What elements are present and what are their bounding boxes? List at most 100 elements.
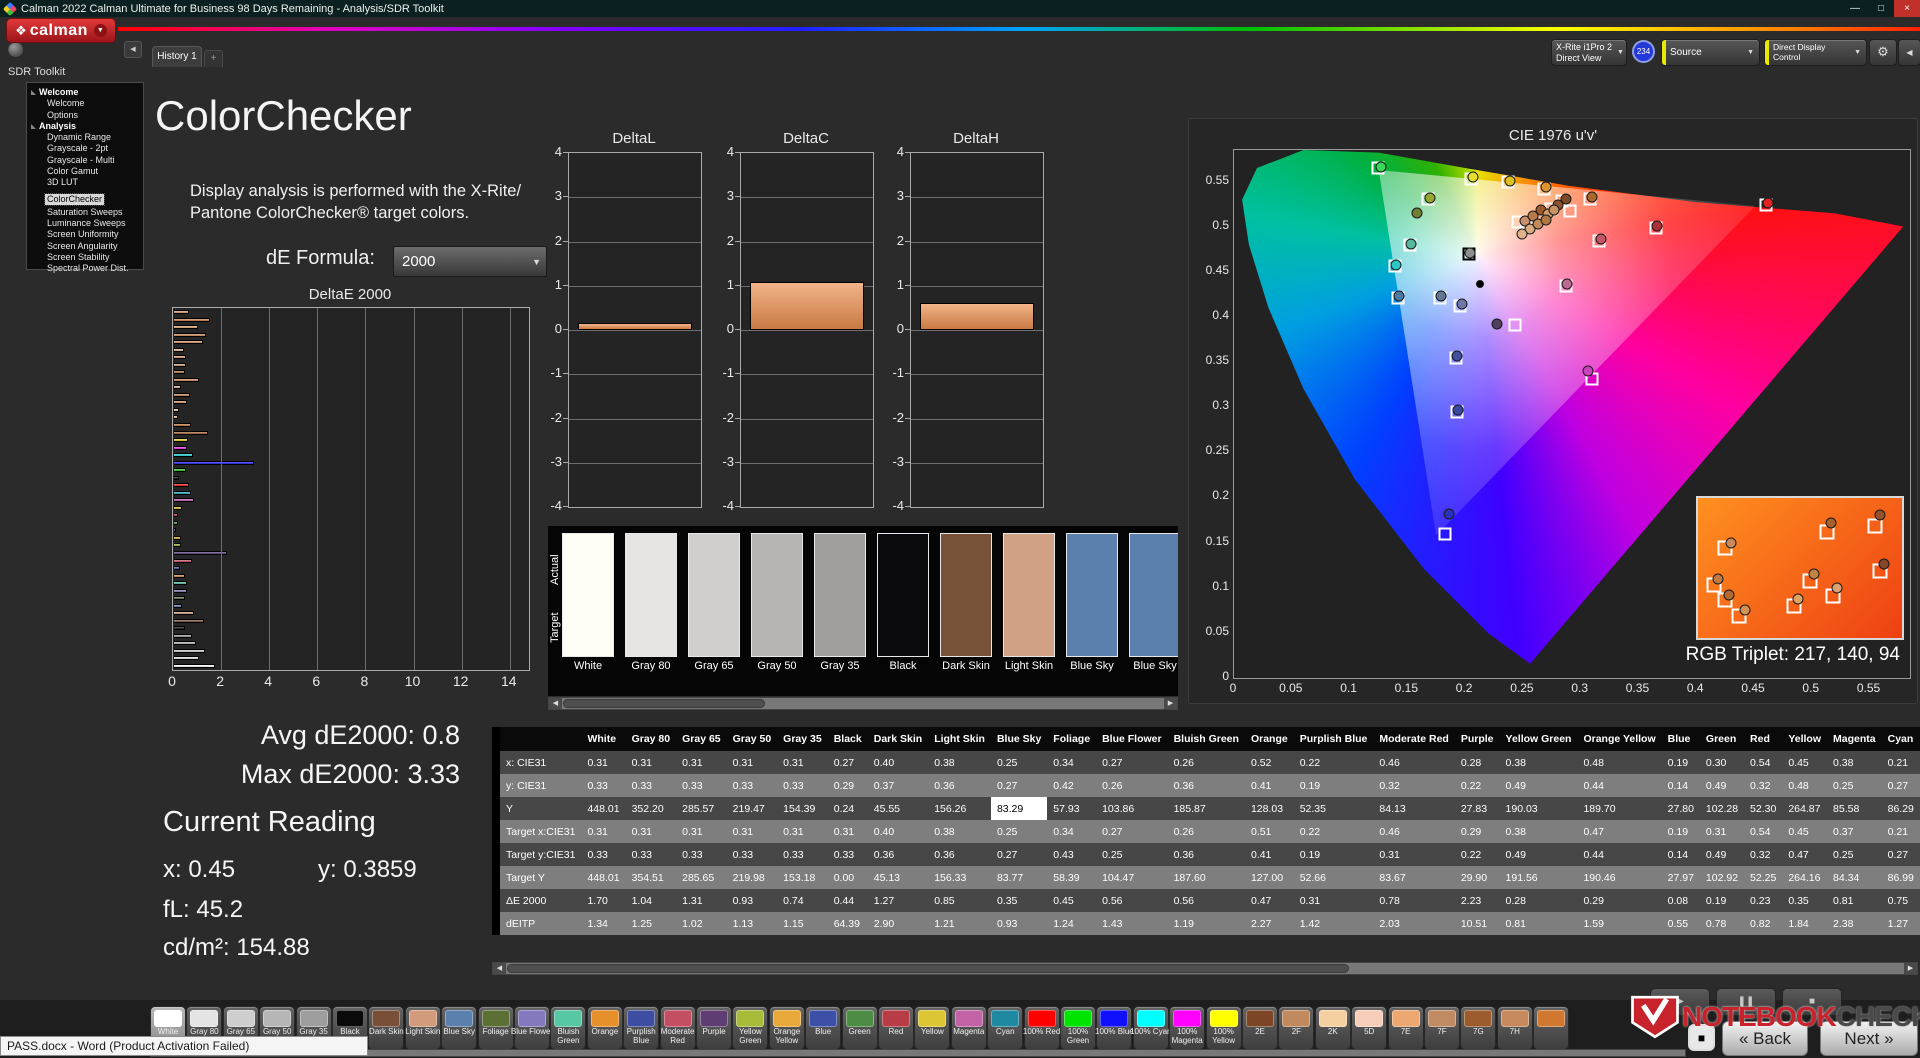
table-cell[interactable]: 0.31 [676, 820, 727, 843]
table-cell[interactable]: 0.49 [1499, 843, 1578, 866]
table-cell[interactable]: 0.35 [1782, 889, 1828, 912]
table-cell[interactable]: 57.93 [1047, 797, 1097, 820]
table-cell[interactable]: 185.87 [1167, 797, 1245, 820]
table-cell[interactable]: 0.56 [1167, 889, 1245, 912]
table-cell[interactable]: 219.98 [726, 866, 778, 889]
table-cell[interactable]: 0.41 [1244, 774, 1294, 797]
table-cell[interactable]: 0.19 [1293, 843, 1374, 866]
settings-gear-button[interactable]: ⚙ [1869, 39, 1897, 66]
table-cell[interactable]: 0.33 [777, 843, 828, 866]
table-cell[interactable]: 1.31 [676, 889, 727, 912]
tree-item-welcome[interactable]: Welcome [31, 98, 143, 109]
table-cell[interactable]: 0.54 [1744, 820, 1783, 843]
tree-item-grayscale-multi[interactable]: Grayscale - Multi [31, 155, 143, 166]
table-cell[interactable]: 1.04 [625, 889, 677, 912]
maximize-button[interactable]: □ [1868, 0, 1894, 17]
minimize-button[interactable]: — [1842, 0, 1868, 17]
table-cell[interactable]: 0.25 [1827, 843, 1882, 866]
table-cell[interactable]: 448.01 [581, 797, 626, 820]
tree-item-dynamic-range[interactable]: Dynamic Range [31, 132, 143, 143]
table-cell[interactable]: 0.27 [990, 843, 1048, 866]
table-cell[interactable]: 0.31 [581, 820, 626, 843]
table-cell[interactable]: 0.36 [928, 843, 991, 866]
table-cell[interactable]: 10.51 [1454, 912, 1500, 935]
patch-button-2e[interactable]: 2E [1242, 1006, 1278, 1050]
table-cell[interactable]: 0.78 [1373, 889, 1455, 912]
table-cell[interactable]: 1.24 [1047, 912, 1097, 935]
table-cell[interactable]: 0.30 [1699, 751, 1745, 774]
patch-button-foliage[interactable]: Foliage [477, 1006, 514, 1050]
table-cell[interactable]: 0.38 [928, 751, 991, 774]
tab-history-1[interactable]: History 1 [152, 46, 202, 67]
table-cell[interactable]: 52.25 [1744, 866, 1783, 889]
table-cell[interactable]: 58.39 [1047, 866, 1097, 889]
table-cell[interactable]: 0.52 [1244, 751, 1294, 774]
table-cell[interactable]: 0.36 [928, 774, 991, 797]
patch-swatch-blue-sky[interactable] [1129, 533, 1178, 657]
patch-swatch-dark-skin[interactable] [940, 533, 992, 657]
table-cell[interactable]: 0.45 [1047, 889, 1097, 912]
table-cell[interactable]: 1.21 [928, 912, 991, 935]
table-cell[interactable]: 352.20 [625, 797, 677, 820]
table-cell[interactable]: 0.27 [1881, 843, 1920, 866]
table-cell[interactable]: 0.33 [581, 774, 626, 797]
table-cell[interactable]: 1.13 [726, 912, 778, 935]
patch-button-2f[interactable]: 2F [1278, 1006, 1315, 1050]
logo-dropdown-icon[interactable]: ▼ [93, 24, 107, 37]
table-cell[interactable]: 0.49 [1499, 774, 1578, 797]
table-cell[interactable]: 0.31 [726, 751, 778, 774]
table-cell[interactable]: 102.28 [1699, 797, 1745, 820]
table-cell[interactable]: 191.56 [1499, 866, 1578, 889]
table-cell[interactable]: 64.39 [827, 912, 868, 935]
table-cell[interactable]: 0.19 [1661, 751, 1700, 774]
tree-item-saturation-sweeps[interactable]: Saturation Sweeps [31, 207, 143, 218]
scroll-left-icon[interactable]: ◀ [493, 963, 506, 974]
table-cell[interactable]: 156.26 [928, 797, 991, 820]
table-cell[interactable]: 0.78 [1699, 912, 1745, 935]
table-cell[interactable]: 1.42 [1293, 912, 1374, 935]
table-cell[interactable]: 0.29 [1454, 820, 1500, 843]
table-cell[interactable]: 0.00 [827, 866, 868, 889]
table-cell[interactable]: 52.35 [1293, 797, 1374, 820]
patch-swatch-gray-35[interactable] [814, 533, 866, 657]
patch-button-orange[interactable]: Orange [586, 1006, 623, 1050]
table-cell[interactable]: 0.34 [1047, 751, 1097, 774]
patch-button-7e[interactable]: 7E [1387, 1006, 1424, 1050]
table-cell[interactable]: 52.66 [1293, 866, 1374, 889]
table-cell[interactable]: 0.31 [777, 751, 828, 774]
table-cell[interactable]: 0.93 [990, 912, 1048, 935]
table-cell[interactable]: 0.32 [1744, 774, 1783, 797]
table-cell[interactable]: 0.48 [1577, 751, 1662, 774]
table-cell[interactable]: 2.38 [1827, 912, 1882, 935]
table-cell[interactable]: 0.81 [1499, 912, 1578, 935]
patch-button-red[interactable]: Red [878, 1006, 914, 1050]
table-cell[interactable]: 2.03 [1373, 912, 1455, 935]
patch-button-100-red[interactable]: 100% Red [1023, 1006, 1060, 1050]
table-cell[interactable]: 0.36 [1167, 774, 1245, 797]
table-cell[interactable]: 86.99 [1881, 866, 1920, 889]
patch-button-100-magenta[interactable]: 100% Magenta [1169, 1006, 1206, 1050]
table-cell[interactable]: 84.13 [1373, 797, 1455, 820]
display-control-dropdown[interactable]: Direct Display Control ▼ [1764, 39, 1867, 66]
table-cell[interactable]: 0.51 [1244, 820, 1294, 843]
table-cell[interactable]: 1.84 [1782, 912, 1828, 935]
table-cell[interactable]: 0.56 [1096, 889, 1168, 912]
table-cell[interactable]: 0.27 [827, 751, 868, 774]
table-cell[interactable]: 0.44 [827, 889, 868, 912]
table-cell[interactable]: 0.81 [1827, 889, 1882, 912]
table-cell[interactable]: 0.27 [1881, 774, 1920, 797]
table-cell[interactable]: 0.82 [1744, 912, 1783, 935]
table-cell[interactable]: 0.33 [827, 843, 868, 866]
patch-swatch-black[interactable] [877, 533, 929, 657]
table-cell[interactable]: 0.25 [990, 751, 1048, 774]
table-cell[interactable]: 0.31 [1293, 889, 1374, 912]
table-cell[interactable]: 0.54 [1744, 751, 1783, 774]
patch-button-moderate-red[interactable]: Moderate Red [659, 1006, 696, 1050]
table-cell[interactable]: 0.31 [625, 820, 677, 843]
table-cell[interactable]: 285.65 [676, 866, 727, 889]
table-cell[interactable]: 45.13 [867, 866, 929, 889]
scroll-right-icon[interactable]: ▶ [1164, 698, 1177, 709]
table-cell[interactable]: 1.43 [1096, 912, 1168, 935]
scrollbar-handle[interactable] [563, 699, 765, 708]
table-cell[interactable]: 0.25 [990, 820, 1048, 843]
